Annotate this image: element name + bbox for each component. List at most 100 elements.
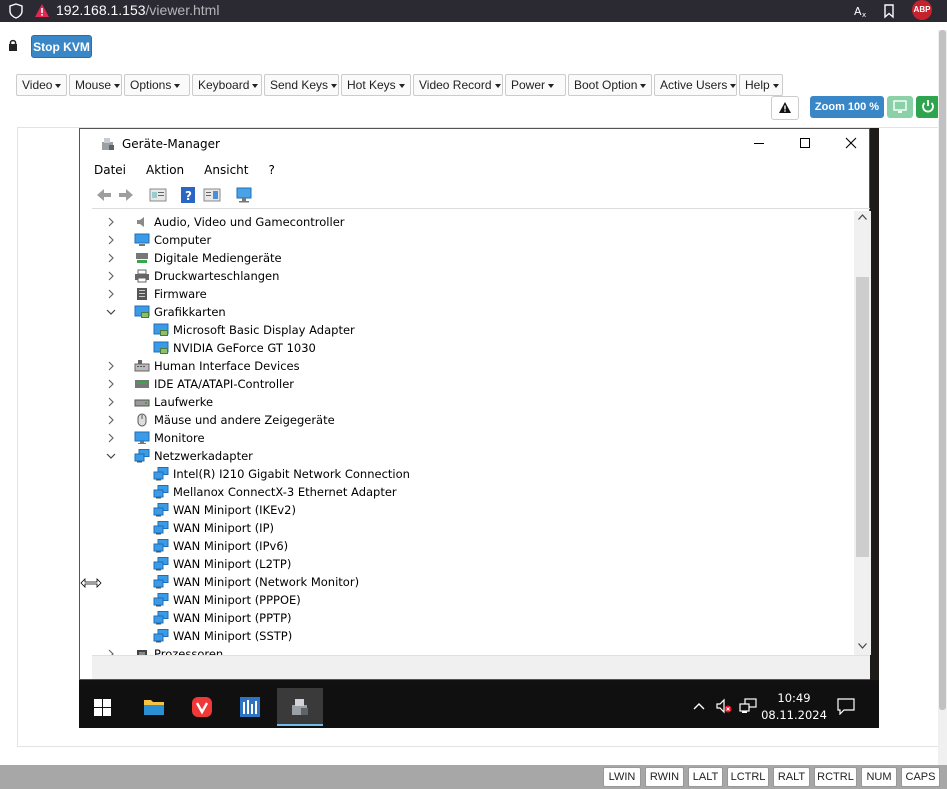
tree-device[interactable]: WAN Miniport (SSTP) <box>92 627 852 645</box>
tree-category[interactable]: Digitale Mediengeräte <box>92 249 852 267</box>
kvm-menu-mouse[interactable]: Mouse <box>69 74 122 96</box>
tree-category[interactable]: Firmware <box>92 285 852 303</box>
key-lalt[interactable]: LALT <box>688 767 723 787</box>
tree-item-label: Intel(R) I210 Gigabit Network Connection <box>173 467 410 481</box>
tree-category[interactable]: Computer <box>92 231 852 249</box>
url-field[interactable]: 192.168.1.153/viewer.html <box>56 2 219 18</box>
taskbar-device-manager[interactable] <box>277 688 323 726</box>
kvm-menu-send-keys[interactable]: Send Keys <box>264 74 339 96</box>
kvm-menu-video[interactable]: Video <box>16 74 67 96</box>
translate-icon[interactable]: Ax <box>853 3 869 19</box>
adblock-plus-icon[interactable]: ABP <box>912 0 932 20</box>
page-scrollbar-thumb[interactable] <box>939 30 946 710</box>
chevron-right-icon[interactable] <box>106 285 116 303</box>
tree-category[interactable]: Audio, Video und Gamecontroller <box>92 213 852 231</box>
view-icon[interactable] <box>202 185 222 205</box>
kvm-menu-boot-option[interactable]: Boot Option <box>568 74 652 96</box>
notification-icon[interactable] <box>837 698 855 715</box>
tree-category[interactable]: Laufwerke <box>92 393 852 411</box>
taskbar-clock[interactable]: 10:49 08.11.2024 <box>759 690 829 724</box>
kvm-menu-active-users[interactable]: Active Users <box>654 74 737 96</box>
chevron-right-icon[interactable] <box>106 249 116 267</box>
tree-device[interactable]: WAN Miniport (IP) <box>92 519 852 537</box>
key-rwin[interactable]: RWIN <box>645 767 684 787</box>
chevron-right-icon[interactable] <box>106 375 116 393</box>
key-caps[interactable]: CAPS <box>901 767 940 787</box>
tree-category[interactable]: Druckwarteschlangen <box>92 267 852 285</box>
kvm-menu-help[interactable]: Help <box>739 74 783 96</box>
chevron-down-icon[interactable] <box>106 447 116 465</box>
chevron-right-icon[interactable] <box>106 357 116 375</box>
tree-category[interactable]: Grafikkarten <box>92 303 852 321</box>
volume-muted-icon[interactable] <box>715 698 733 714</box>
help-icon[interactable]: ? <box>178 185 198 205</box>
key-rctrl[interactable]: RCTRL <box>814 767 857 787</box>
scan-hardware-icon[interactable] <box>234 185 254 205</box>
key-num[interactable]: NUM <box>861 767 897 787</box>
tree-device[interactable]: WAN Miniport (PPTP) <box>92 609 852 627</box>
scroll-up-icon[interactable] <box>858 214 867 220</box>
tree-device[interactable]: Mellanox ConnectX-3 Ethernet Adapter <box>92 483 852 501</box>
chevron-right-icon[interactable] <box>106 429 116 447</box>
tree-device[interactable]: WAN Miniport (L2TP) <box>92 555 852 573</box>
kvm-menu-power[interactable]: Power <box>505 74 566 96</box>
alert-button[interactable] <box>771 96 799 120</box>
taskbar-file-explorer[interactable] <box>131 688 177 726</box>
page-scrollbar[interactable] <box>938 30 947 765</box>
chevron-right-icon[interactable] <box>106 393 116 411</box>
minimize-button[interactable] <box>736 129 782 159</box>
network-icon[interactable] <box>739 698 757 714</box>
chevron-up-icon[interactable] <box>693 702 705 710</box>
kvm-menu-video-record[interactable]: Video Record <box>413 74 503 96</box>
tree-device[interactable]: Intel(R) I210 Gigabit Network Connection <box>92 465 852 483</box>
tree-category[interactable]: Monitore <box>92 429 852 447</box>
window-titlebar[interactable]: Geräte-Manager <box>80 129 869 159</box>
tree-scrollbar-thumb[interactable] <box>856 277 869 557</box>
start-button[interactable] <box>79 688 125 726</box>
kvm-menu-keyboard[interactable]: Keyboard <box>192 74 262 96</box>
kvm-menu-hot-keys[interactable]: Hot Keys <box>341 74 411 96</box>
tree-category[interactable]: IDE ATA/ATAPI-Controller <box>92 375 852 393</box>
back-icon[interactable] <box>94 185 114 205</box>
chevron-right-icon[interactable] <box>106 231 116 249</box>
bookmark-icon[interactable] <box>881 3 897 19</box>
tree-device[interactable]: WAN Miniport (IKEv2) <box>92 501 852 519</box>
forward-icon[interactable] <box>116 185 136 205</box>
warning-icon[interactable] <box>34 3 50 19</box>
tree-category[interactable]: Human Interface Devices <box>92 357 852 375</box>
maximize-button[interactable] <box>782 129 828 159</box>
window-menu-item[interactable]: Ansicht <box>202 159 250 181</box>
remote-screen[interactable]: Geräte-Manager Datei Aktion Ansicht? ? Aud… <box>79 128 879 728</box>
chevron-right-icon[interactable] <box>106 645 116 655</box>
kvm-menu-options[interactable]: Options <box>124 74 190 96</box>
monitor-button[interactable] <box>887 96 913 118</box>
taskbar-vivaldi[interactable] <box>179 688 225 726</box>
properties-icon[interactable] <box>148 185 168 205</box>
taskbar-app[interactable] <box>227 688 273 726</box>
tree-device[interactable]: NVIDIA GeForce GT 1030 <box>92 339 852 357</box>
chevron-right-icon[interactable] <box>106 267 116 285</box>
chevron-right-icon[interactable] <box>106 411 116 429</box>
tree-category[interactable]: Prozessoren <box>92 645 852 655</box>
key-ralt[interactable]: RALT <box>773 767 810 787</box>
close-button[interactable] <box>828 129 874 159</box>
chevron-down-icon[interactable] <box>106 303 116 321</box>
tree-category[interactable]: Netzwerkadapter <box>92 447 852 465</box>
zoom-button[interactable]: Zoom 100 % <box>810 96 884 118</box>
window-menu-item[interactable]: Datei <box>92 159 128 181</box>
key-lwin[interactable]: LWIN <box>603 767 641 787</box>
key-lctrl[interactable]: LCTRL <box>727 767 769 787</box>
window-menu-item[interactable]: ? <box>266 159 276 181</box>
tree-device[interactable]: WAN Miniport (IPv6) <box>92 537 852 555</box>
stop-kvm-button[interactable]: Stop KVM <box>31 35 92 58</box>
tree-device[interactable]: Microsoft Basic Display Adapter <box>92 321 852 339</box>
window-menu-item[interactable]: Aktion <box>144 159 186 181</box>
tree-category[interactable]: Mäuse und andere Zeigegeräte <box>92 411 852 429</box>
tree-device[interactable]: WAN Miniport (Network Monitor) <box>92 573 852 591</box>
shield-icon[interactable] <box>8 3 24 19</box>
power-button[interactable] <box>916 96 940 118</box>
scroll-down-icon[interactable] <box>858 643 867 649</box>
tree-device[interactable]: WAN Miniport (PPPOE) <box>92 591 852 609</box>
tree-scrollbar[interactable] <box>854 211 871 655</box>
chevron-right-icon[interactable] <box>106 213 116 231</box>
